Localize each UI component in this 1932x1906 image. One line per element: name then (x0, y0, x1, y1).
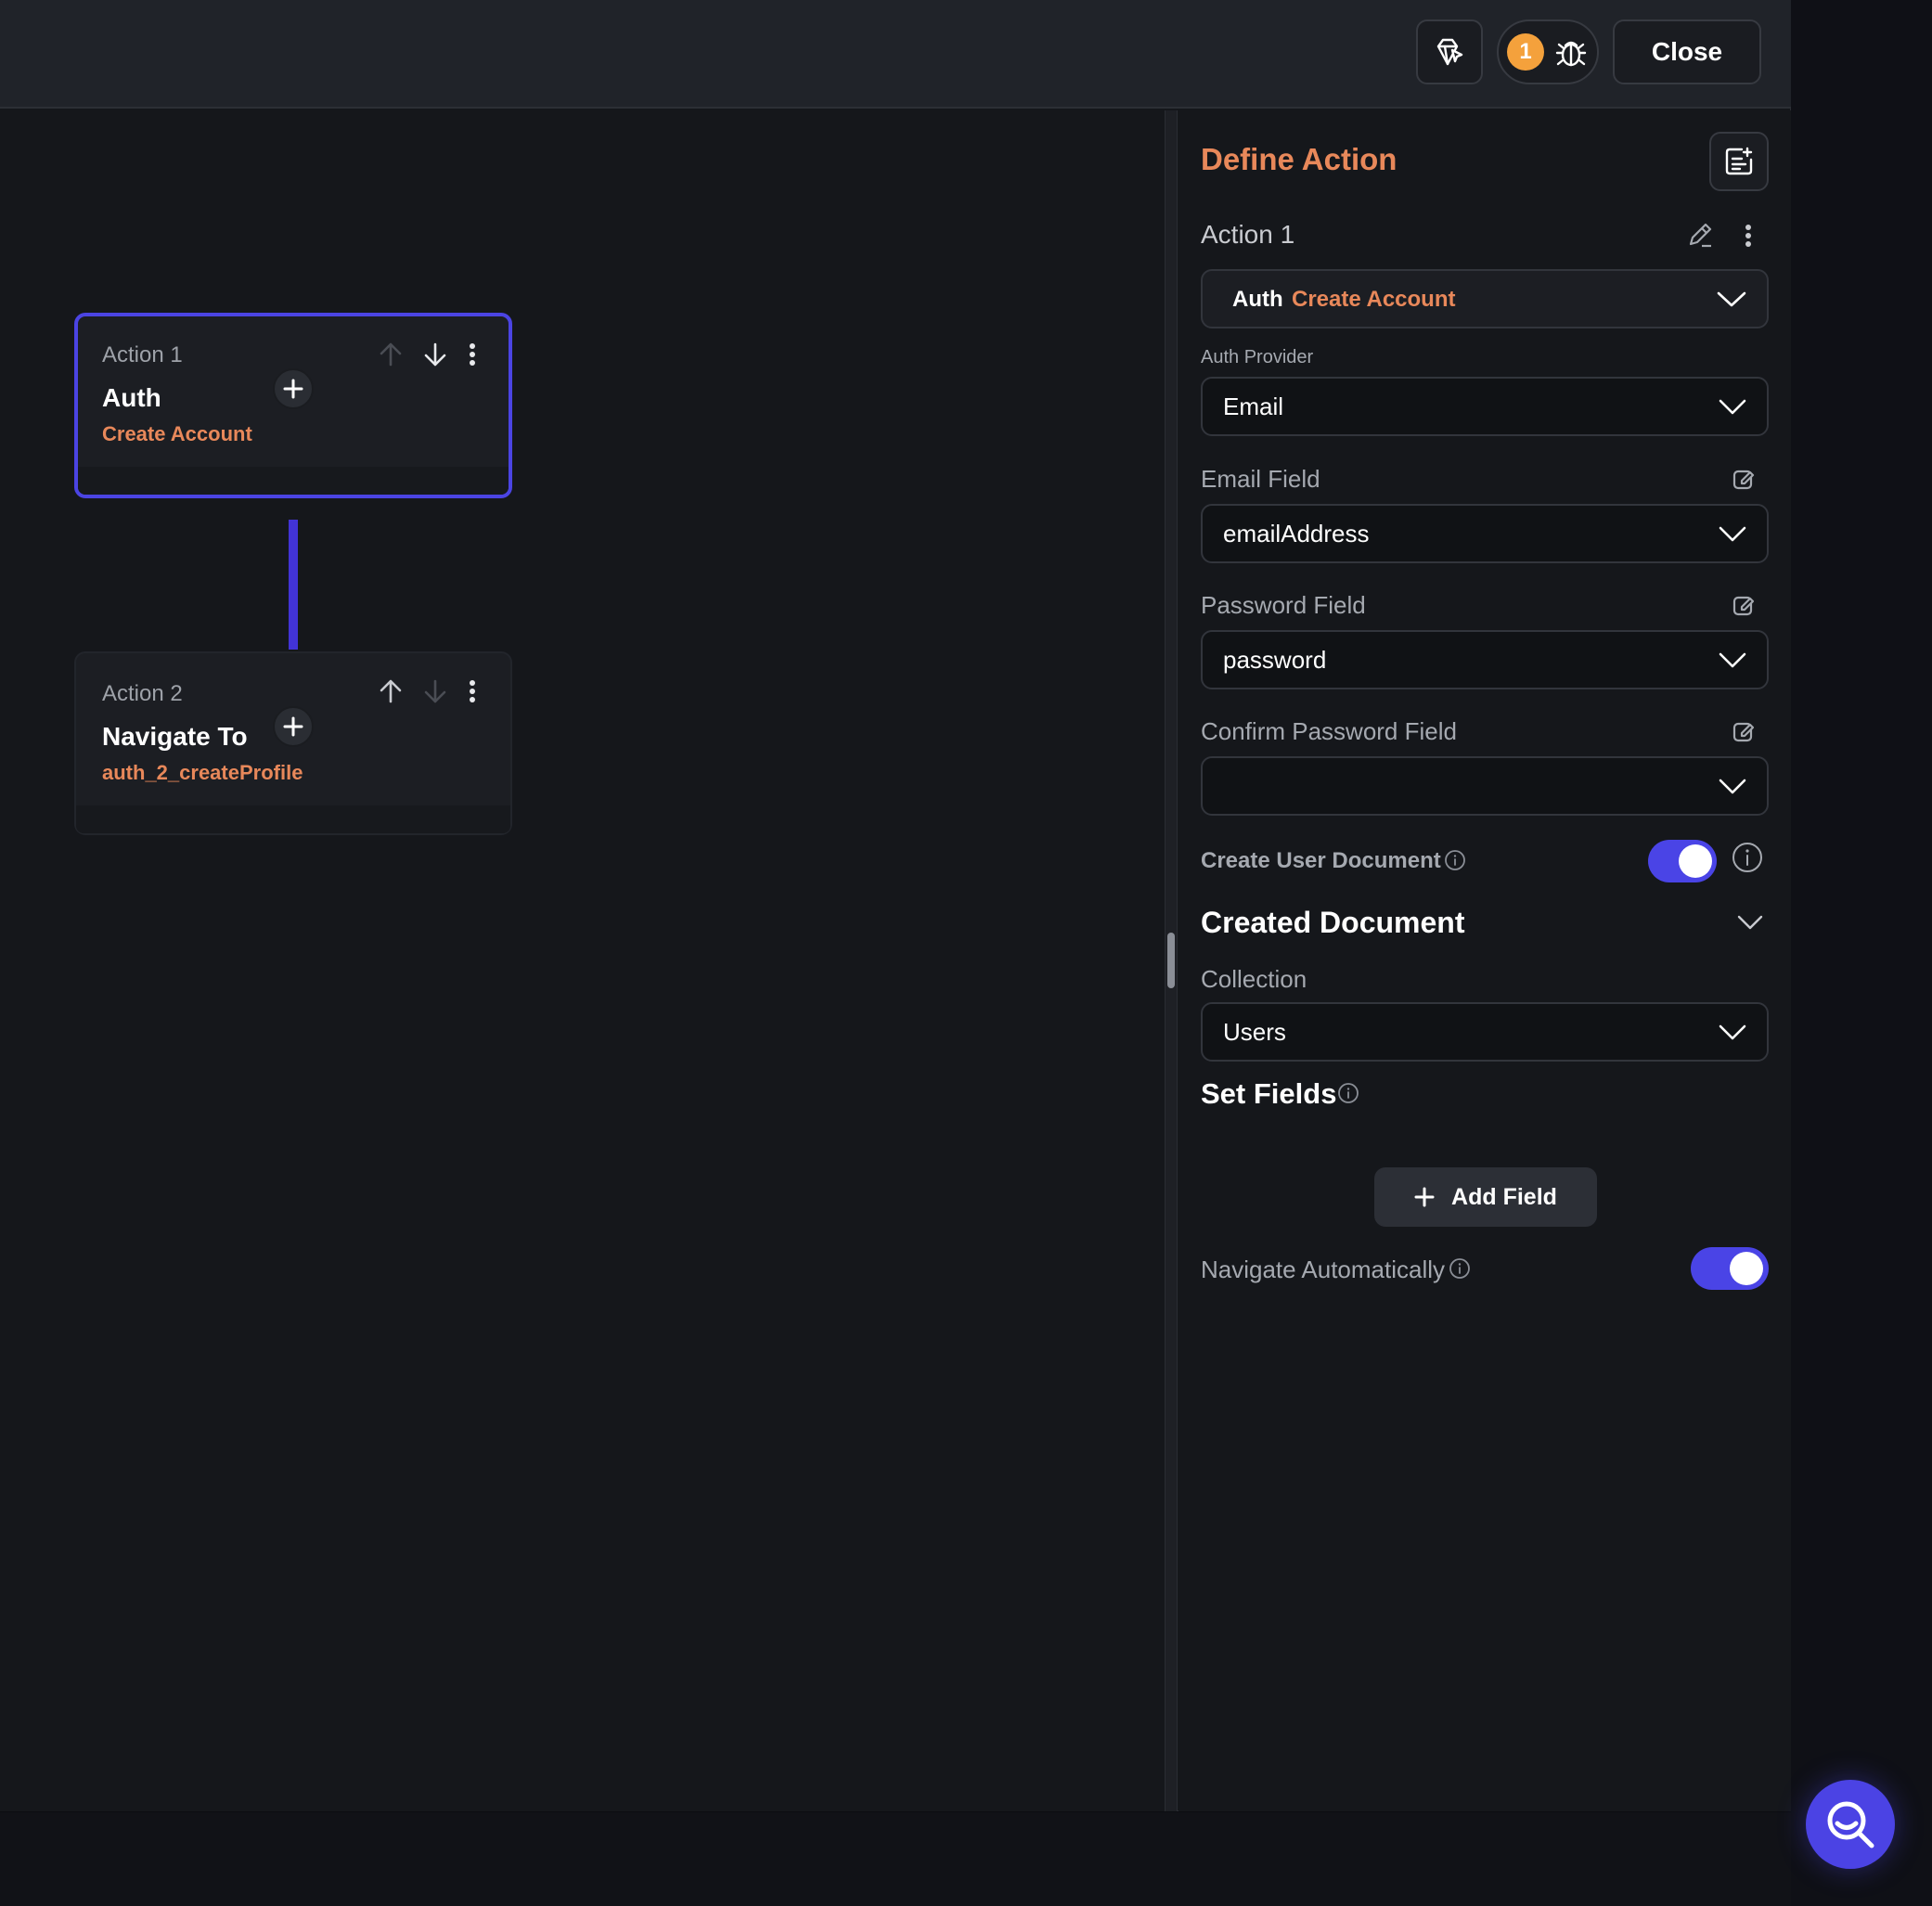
chevron-down-icon (1719, 652, 1746, 668)
action-card-title: Navigate To (102, 722, 248, 751)
confirm-password-field-select[interactable] (1201, 756, 1769, 816)
top-bar: 1 Close (0, 0, 1791, 109)
flow-connector (289, 520, 298, 650)
add-action-after-2-button[interactable] (273, 706, 314, 747)
password-field-value: password (1223, 646, 1327, 674)
gem-cursor-icon (1436, 38, 1463, 66)
action-more-icon[interactable] (1745, 224, 1756, 250)
chevron-down-icon (1719, 1024, 1746, 1040)
password-field-label: Password Field (1201, 591, 1366, 619)
email-field-select[interactable]: emailAddress (1201, 504, 1769, 563)
info-icon (1444, 849, 1468, 873)
set-fields-title: Set Fields (1201, 1077, 1337, 1110)
collection-value: Users (1223, 1018, 1286, 1046)
action-flow-canvas: Action 1 Auth Create Account Action 2 Na… (0, 110, 1165, 1811)
navigate-automatically-toggle[interactable] (1691, 1247, 1769, 1290)
plus-icon (1414, 1187, 1435, 1207)
action-card-subtitle: Create Account (102, 422, 252, 445)
chevron-down-icon (1719, 399, 1746, 415)
chevron-down-icon[interactable] (1737, 914, 1765, 933)
action-category: Auth (1232, 287, 1283, 312)
edit-password-field-icon[interactable] (1732, 593, 1758, 619)
confirm-password-field-label: Confirm Password Field (1201, 717, 1457, 745)
auth-provider-value: Email (1223, 393, 1284, 420)
navigate-automatically-label: Navigate Automatically (1201, 1256, 1446, 1283)
move-down-icon[interactable] (421, 677, 449, 705)
create-user-document-label: Create User Document (1201, 848, 1441, 873)
resize-handle[interactable] (1167, 933, 1175, 988)
info-icon (1337, 1082, 1361, 1106)
move-up-icon[interactable] (377, 341, 405, 368)
password-field-select[interactable]: password (1201, 630, 1769, 689)
plus-icon (283, 379, 303, 399)
rename-action-icon[interactable] (1685, 220, 1717, 251)
auth-provider-label: Auth Provider (1201, 347, 1314, 367)
action-flow-editor-modal: 1 Close Action 1 Auth Create Account Act… (0, 0, 1791, 1811)
debug-button[interactable]: 1 (1497, 19, 1599, 84)
card-footer (78, 467, 509, 495)
more-options-icon[interactable] (458, 677, 486, 705)
chevron-down-icon (1719, 526, 1746, 542)
auth-provider-select[interactable]: Email (1201, 377, 1769, 436)
bottom-strip (0, 1812, 1791, 1906)
search-icon (1827, 1801, 1874, 1848)
action-card-title: Auth (102, 383, 161, 412)
bug-icon (1555, 41, 1587, 67)
card-footer (76, 805, 510, 833)
action-type-select[interactable]: Auth Create Account (1201, 269, 1769, 328)
add-field-button[interactable]: Add Field (1374, 1167, 1597, 1227)
created-document-title: Created Document (1201, 906, 1465, 939)
note-add-icon (1725, 147, 1753, 175)
add-action-after-1-button[interactable] (273, 368, 314, 409)
email-field-label: Email Field (1201, 465, 1320, 493)
define-action-panel: Define Action Action 1 Auth Create Accou… (1179, 110, 1791, 1811)
add-field-label: Add Field (1451, 1183, 1557, 1210)
plus-icon (283, 716, 303, 737)
collection-label: Collection (1201, 965, 1307, 993)
edit-email-field-icon[interactable] (1732, 467, 1758, 493)
move-down-icon[interactable] (421, 341, 449, 368)
info-icon[interactable] (1732, 842, 1765, 875)
toggle-knob (1679, 844, 1712, 878)
action-type-name: Create Account (1292, 287, 1456, 312)
add-note-button[interactable] (1709, 132, 1769, 191)
ai-assist-button[interactable] (1416, 19, 1483, 84)
toggle-knob (1730, 1252, 1763, 1285)
action-card-header: Action 2 (102, 681, 183, 706)
action-name-label: Action 1 (1201, 220, 1295, 249)
action-card-header: Action 1 (102, 342, 183, 367)
chevron-down-icon (1719, 779, 1746, 794)
email-field-value: emailAddress (1223, 520, 1370, 547)
backdrop (1791, 0, 1932, 1906)
create-user-document-toggle[interactable] (1648, 840, 1717, 882)
more-options-icon[interactable] (458, 341, 486, 368)
action-card-subtitle: auth_2_createProfile (102, 761, 303, 784)
panel-title: Define Action (1201, 142, 1397, 176)
edit-confirm-password-field-icon[interactable] (1732, 719, 1758, 745)
info-icon (1449, 1257, 1473, 1281)
issue-count-badge: 1 (1507, 33, 1544, 71)
close-button[interactable]: Close (1613, 19, 1761, 84)
search-help-button[interactable] (1806, 1780, 1895, 1869)
move-up-icon[interactable] (377, 677, 405, 705)
chevron-down-icon (1717, 291, 1746, 307)
collection-select[interactable]: Users (1201, 1002, 1769, 1062)
